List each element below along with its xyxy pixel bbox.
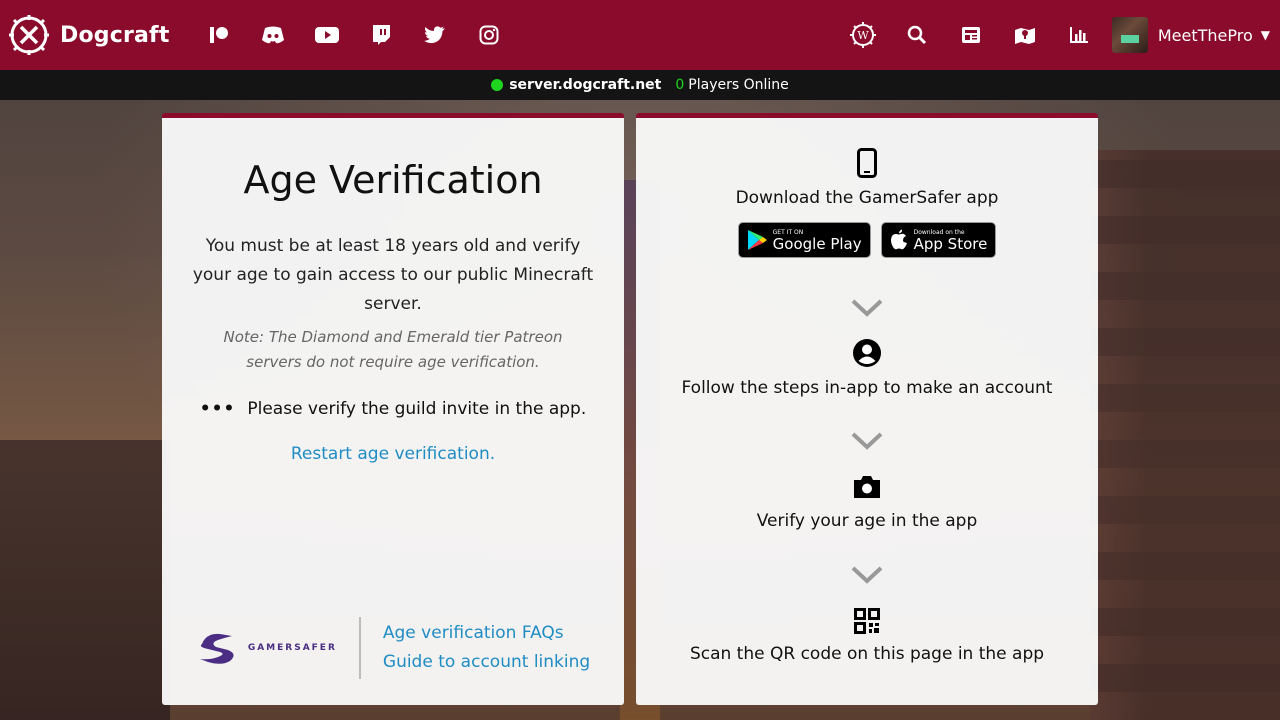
chevron-down-icon <box>636 431 1098 451</box>
steps-card: Download the GamerSafer app GET IT ON Go… <box>636 113 1098 705</box>
restart-verification-link[interactable]: Restart age verification. <box>162 444 624 464</box>
chevron-down-icon <box>636 565 1098 585</box>
store-buttons: GET IT ON Google Play Download on the Ap… <box>737 222 997 258</box>
server-status-bar: server.dogcraft.net 0 Players Online <box>0 70 1280 100</box>
dogcraft-logo-icon <box>9 15 49 55</box>
help-links: Age verification FAQs Guide to account l… <box>383 619 590 677</box>
patreon-icon[interactable] <box>207 23 231 47</box>
brand-link[interactable]: Dogcraft <box>8 14 170 56</box>
app-store-big-text: App Store <box>913 234 988 253</box>
twitch-icon[interactable] <box>369 23 393 47</box>
gamersafer-logo[interactable]: GAMERSAFER <box>196 630 337 666</box>
verification-status-text: Please verify the guild invite in the ap… <box>247 399 587 419</box>
twitter-icon[interactable] <box>423 23 447 47</box>
news-icon[interactable] <box>958 22 984 48</box>
step-scan-qr: Scan the QR code on this page in the app <box>636 608 1098 664</box>
wiki-icon[interactable]: W <box>849 22 876 48</box>
google-play-button[interactable]: GET IT ON Google Play <box>737 222 871 258</box>
google-play-big-text: Google Play <box>772 234 862 253</box>
user-menu[interactable]: MeetThePro ▼ <box>1111 17 1270 53</box>
background-scenery-left <box>0 440 170 720</box>
user-icon <box>853 339 881 367</box>
step-verify-age: Verify your age in the app <box>636 473 1098 531</box>
loading-dots-icon: ••• <box>199 399 236 419</box>
step-download: Download the GamerSafer app GET IT ON Go… <box>636 148 1098 258</box>
chevron-down-icon: ▼ <box>1260 28 1270 42</box>
chevron-down-icon <box>636 298 1098 318</box>
gamersafer-wordmark: GAMERSAFER <box>247 643 337 653</box>
account-linking-guide-link[interactable]: Guide to account linking <box>383 648 590 677</box>
map-icon[interactable] <box>1012 22 1038 48</box>
google-play-icon <box>747 230 767 250</box>
nav-right: W MeetThePro ▼ <box>836 17 1280 53</box>
players-count: 0 <box>675 77 685 93</box>
discord-icon[interactable] <box>261 23 285 47</box>
username: MeetThePro <box>1157 25 1253 45</box>
card-footer: GAMERSAFER Age verification FAQs Guide t… <box>162 617 624 679</box>
age-verification-card: Age Verification You must be at least 18… <box>162 113 624 705</box>
step-create-account: Follow the steps in-app to make an accou… <box>636 338 1098 398</box>
step-label: Follow the steps in-app to make an accou… <box>681 378 1053 398</box>
instagram-icon[interactable] <box>477 23 501 47</box>
server-address[interactable]: server.dogcraft.net <box>509 77 661 93</box>
search-icon[interactable] <box>904 22 930 48</box>
apple-icon <box>890 229 907 250</box>
players-label: Players Online <box>688 77 789 93</box>
page-title: Age Verification <box>243 158 543 202</box>
gamersafer-logo-icon <box>199 633 234 664</box>
top-navbar: Dogcraft W MeetThePro ▼ <box>0 0 1280 70</box>
youtube-icon[interactable] <box>314 23 339 47</box>
age-requirement-text: You must be at least 18 years old and ve… <box>192 236 594 314</box>
svg-text:W: W <box>857 29 869 42</box>
stats-icon[interactable] <box>1066 22 1092 48</box>
app-store-button[interactable]: Download on the App Store <box>880 222 997 258</box>
brand-name: Dogcraft <box>60 22 170 48</box>
patreon-note: Note: The Diamond and Emerald tier Patre… <box>223 328 563 371</box>
verification-status: ••• Please verify the guild invite in th… <box>162 399 624 419</box>
footer-divider <box>358 617 361 679</box>
faq-link[interactable]: Age verification FAQs <box>383 619 590 648</box>
step-label: Verify your age in the app <box>756 511 978 531</box>
step-label: Download the GamerSafer app <box>735 188 999 208</box>
avatar <box>1111 17 1148 53</box>
qr-code-icon <box>854 608 880 634</box>
phone-icon <box>857 148 877 178</box>
social-links <box>192 23 516 47</box>
background-scenery-right <box>1090 150 1280 720</box>
camera-icon <box>854 476 880 498</box>
step-label: Scan the QR code on this page in the app <box>689 644 1045 664</box>
online-status-icon <box>491 79 504 91</box>
